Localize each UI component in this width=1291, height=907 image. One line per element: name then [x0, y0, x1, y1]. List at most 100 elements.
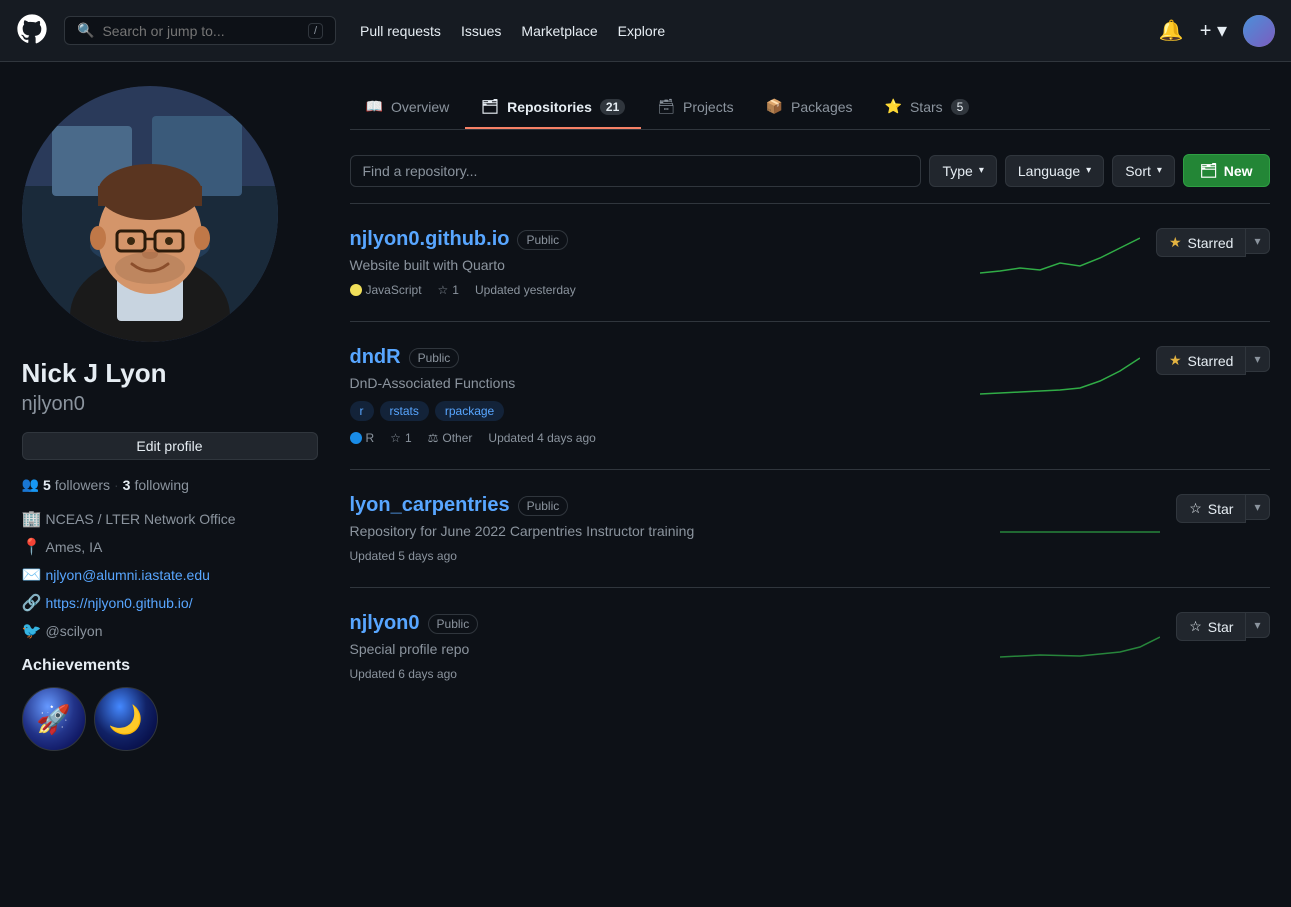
repo-tag[interactable]: rpackage	[435, 401, 504, 421]
repo-updated: Updated 5 days ago	[350, 549, 457, 563]
type-filter-button[interactable]: Type ▾	[929, 155, 996, 187]
nav-issues[interactable]: Issues	[461, 23, 501, 39]
location-icon: 📍	[22, 537, 38, 557]
star-icon: ☆	[438, 283, 449, 297]
tab-overview-label: Overview	[391, 99, 449, 115]
org-name: NCEAS / LTER Network Office	[46, 511, 236, 527]
repo-name-link[interactable]: lyon_carpentries	[350, 494, 510, 517]
achievement-badge-1[interactable]: 🚀	[22, 687, 86, 751]
starred-button[interactable]: ★ Starred	[1156, 346, 1246, 375]
repo-tag[interactable]: r	[350, 401, 374, 421]
achievement-badge-2[interactable]: 🌙	[94, 687, 158, 751]
location-text: Ames, IA	[46, 539, 103, 555]
repo-name-row: njlyon0.github.io Public	[350, 228, 964, 251]
repo-name-link[interactable]: njlyon0	[350, 612, 420, 635]
repo-updated: Updated 6 days ago	[350, 667, 457, 681]
repo-stars: ☆ 1	[438, 283, 459, 297]
navbar-search[interactable]: 🔍 /	[64, 16, 336, 45]
search-icon: 🔍	[77, 22, 94, 39]
nav-pull-requests[interactable]: Pull requests	[360, 23, 441, 39]
following-count[interactable]: 3	[123, 477, 131, 493]
repo-name-row: njlyon0 Public	[350, 612, 985, 635]
overview-icon: 📖	[366, 98, 383, 115]
tab-packages-label: Packages	[791, 99, 852, 115]
meta-location: 📍 Ames, IA	[22, 537, 318, 557]
tab-overview[interactable]: 📖 Overview	[350, 86, 466, 129]
repo-description: DnD-Associated Functions	[350, 375, 964, 391]
followers-label: followers	[55, 477, 110, 493]
repo-updated: Updated yesterday	[475, 283, 576, 297]
notifications-button[interactable]: 🔔	[1159, 18, 1184, 43]
repo-actions: ★ Starred ▾	[1156, 346, 1270, 375]
navbar-links: Pull requests Issues Marketplace Explore	[360, 23, 665, 39]
stars-icon: ⭐	[885, 98, 902, 115]
type-filter-label: Type	[942, 163, 972, 179]
nav-marketplace[interactable]: Marketplace	[521, 23, 597, 39]
link-icon: 🔗	[22, 593, 38, 613]
language-filter-button[interactable]: Language ▾	[1005, 155, 1104, 187]
repo-tag[interactable]: rstats	[380, 401, 429, 421]
sidebar: 😊 Nick J Lyon njlyon0 Edit profile 👥 5 f…	[22, 86, 318, 751]
tab-repositories-label: Repositories	[507, 99, 592, 115]
repo-tags: r rstats rpackage	[350, 401, 964, 421]
repo-item: lyon_carpentries Public Repository for J…	[350, 469, 1270, 587]
profile-name: Nick J Lyon	[22, 358, 318, 389]
navbar-right: 🔔 + ▾	[1159, 15, 1275, 47]
github-logo[interactable]	[16, 13, 48, 48]
star-filled-icon: ★	[1169, 352, 1182, 369]
followers-count[interactable]: 5	[43, 477, 51, 493]
star-dropdown-chevron-icon: ▾	[1254, 618, 1260, 632]
new-repo-icon: 🗂	[1200, 162, 1218, 179]
repo-list: njlyon0.github.io Public Website built w…	[350, 203, 1270, 705]
type-chevron-icon: ▾	[979, 165, 984, 176]
meta-twitter: 🐦 @scilyon	[22, 621, 318, 641]
profile-stats: 👥 5 followers · 3 following	[22, 476, 318, 493]
tab-repositories[interactable]: 🗂 Repositories 21	[465, 86, 641, 129]
repo-fork-type: ⚖ Other	[428, 431, 473, 445]
sort-filter-label: Sort	[1125, 163, 1151, 179]
sort-chevron-icon: ▾	[1157, 165, 1162, 176]
star-dropdown-button[interactable]: ▾	[1246, 346, 1269, 372]
repo-name-link[interactable]: njlyon0.github.io	[350, 228, 510, 251]
starred-button[interactable]: ★ Starred	[1156, 228, 1246, 257]
website-link[interactable]: https://njlyon0.github.io/	[46, 595, 193, 611]
tab-stars[interactable]: ⭐ Stars 5	[869, 86, 986, 129]
repo-language: R	[350, 431, 375, 445]
star-dropdown-button[interactable]: ▾	[1246, 228, 1269, 254]
repo-actions: ★ Starred ▾	[1156, 228, 1270, 257]
followers-icon: 👥	[22, 476, 39, 493]
tab-projects-label: Projects	[683, 99, 734, 115]
search-input[interactable]	[102, 23, 300, 39]
packages-icon: 📦	[766, 98, 783, 115]
repo-item: njlyon0 Public Special profile repo Upda…	[350, 587, 1270, 705]
repo-info: dndR Public DnD-Associated Functions r r…	[350, 346, 964, 445]
user-avatar-button[interactable]	[1243, 15, 1275, 47]
star-dropdown-button[interactable]: ▾	[1246, 612, 1269, 638]
building-icon: 🏢	[22, 509, 38, 529]
star-button[interactable]: ☆ Star	[1176, 494, 1246, 523]
repo-info: lyon_carpentries Public Repository for J…	[350, 494, 985, 563]
repo-visibility-badge: Public	[409, 348, 460, 368]
star-button[interactable]: ☆ Star	[1176, 612, 1246, 641]
repo-info: njlyon0.github.io Public Website built w…	[350, 228, 964, 297]
repo-actions: ☆ Star ▾	[1176, 612, 1269, 641]
star-dropdown-chevron-icon: ▾	[1254, 500, 1260, 514]
projects-icon: 🗃	[657, 98, 675, 115]
navbar: 🔍 / Pull requests Issues Marketplace Exp…	[0, 0, 1291, 62]
achievements-list: 🚀 🌙	[22, 687, 318, 751]
repo-item: njlyon0.github.io Public Website built w…	[350, 203, 1270, 321]
new-repo-button[interactable]: 🗂 New	[1183, 154, 1270, 187]
tab-packages[interactable]: 📦 Packages	[750, 86, 869, 129]
email-link[interactable]: njlyon@alumni.iastate.edu	[46, 567, 210, 583]
nav-explore[interactable]: Explore	[618, 23, 665, 39]
new-dropdown-button[interactable]: + ▾	[1200, 18, 1227, 43]
lang-name: R	[366, 431, 375, 445]
repo-search-input[interactable]	[350, 155, 922, 187]
sort-filter-button[interactable]: Sort ▾	[1112, 155, 1175, 187]
edit-profile-button[interactable]: Edit profile	[22, 432, 318, 460]
language-chevron-icon: ▾	[1086, 165, 1091, 176]
repo-name-link[interactable]: dndR	[350, 346, 401, 369]
tab-projects[interactable]: 🗃 Projects	[641, 86, 749, 129]
avatar-emoji[interactable]: 😊	[240, 304, 268, 332]
star-dropdown-button[interactable]: ▾	[1246, 494, 1269, 520]
